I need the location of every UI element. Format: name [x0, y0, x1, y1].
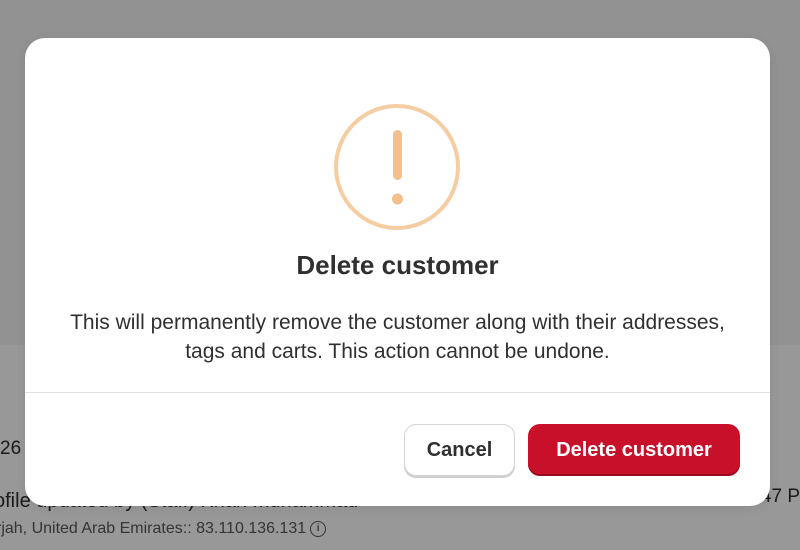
delete-customer-button[interactable]: Delete customer	[528, 424, 740, 476]
dialog-message: This will permanently remove the custome…	[70, 311, 725, 363]
dialog-title: Delete customer	[296, 250, 499, 280]
dialog-divider	[25, 392, 770, 393]
warning-exclamation-icon	[334, 104, 460, 230]
delete-customer-dialog: Delete customer This will permanently re…	[25, 38, 770, 506]
cancel-button[interactable]: Cancel	[404, 424, 515, 476]
